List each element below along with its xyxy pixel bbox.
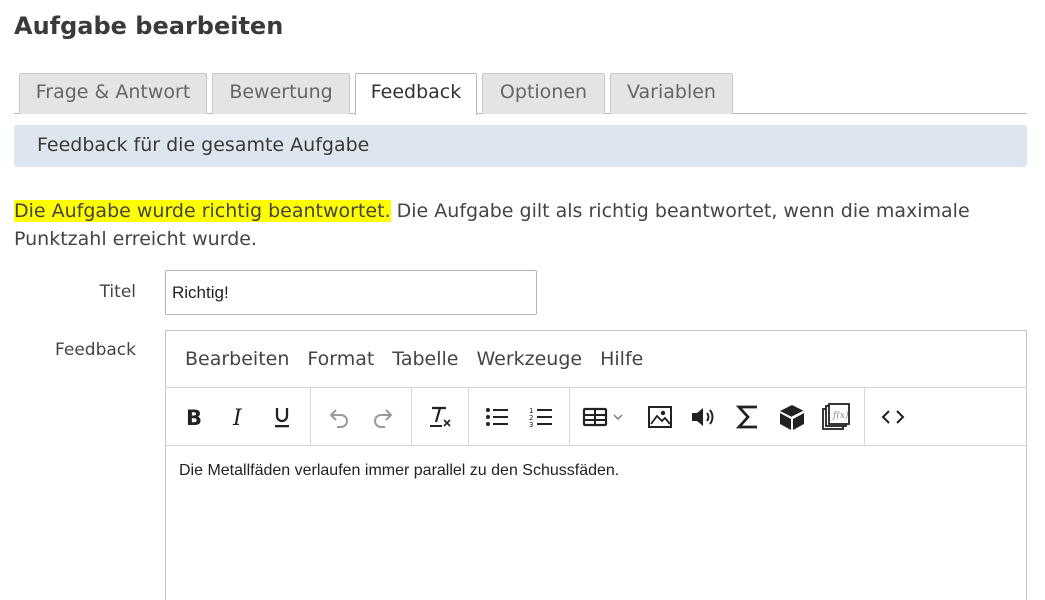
undo-button[interactable] — [319, 397, 359, 437]
underline-button[interactable] — [262, 397, 302, 437]
image-icon — [648, 405, 672, 428]
menu-help[interactable]: Hilfe — [591, 344, 652, 374]
media-gallery-icon: f(x) — [822, 402, 850, 430]
title-label: Titel — [99, 282, 136, 302]
editor-content-area[interactable]: Die Metallfäden verlaufen immer parallel… — [166, 446, 1026, 496]
numbered-list-icon: 123 — [529, 407, 552, 429]
section-header: Feedback für die gesamte Aufgabe — [14, 125, 1027, 167]
image-button[interactable] — [640, 397, 680, 437]
3d-object-icon — [780, 404, 805, 430]
edit-task-page: Aufgabe bearbeiten Frage & Antwort Bewer… — [0, 0, 1045, 600]
feedback-label: Feedback — [55, 340, 136, 360]
toolbar-group-history — [311, 387, 412, 446]
feedback-info-text: Die Aufgabe wurde richtig beantwortet. D… — [14, 197, 1014, 253]
menu-table[interactable]: Tabelle — [383, 344, 467, 374]
menu-format[interactable]: Format — [298, 344, 383, 374]
toolbar-group-lists: 123 — [469, 387, 570, 446]
underline-icon — [275, 407, 289, 427]
correct-answer-highlight: Die Aufgabe wurde richtig beantwortet. — [14, 200, 391, 222]
tab-question-answer[interactable]: Frage & Antwort — [19, 73, 207, 114]
toolbar-group-insert: f(x) — [570, 387, 865, 446]
bold-icon: B — [186, 406, 202, 428]
clear-formatting-icon — [430, 406, 451, 427]
3d-object-button[interactable] — [772, 397, 812, 437]
tab-feedback[interactable]: Feedback — [355, 73, 477, 115]
toolbar-group-text-style: B I — [166, 387, 311, 446]
italic-icon: I — [232, 406, 243, 428]
audio-icon — [692, 407, 714, 426]
toolbar-group-clear — [412, 387, 469, 446]
italic-button[interactable]: I — [218, 397, 258, 437]
redo-button[interactable] — [363, 397, 403, 437]
tab-evaluation[interactable]: Bewertung — [212, 73, 350, 114]
numbered-list-button[interactable]: 123 — [521, 397, 561, 437]
tab-bar: Frage & Antwort Bewertung Feedback Optio… — [14, 72, 1027, 115]
svg-text:I: I — [232, 406, 243, 428]
svg-text:3: 3 — [529, 421, 533, 429]
tab-options[interactable]: Optionen — [482, 73, 605, 114]
bullet-list-icon — [486, 407, 508, 426]
toolbar-group-code — [865, 388, 921, 446]
menu-tools[interactable]: Werkzeuge — [467, 344, 591, 374]
formula-icon — [735, 405, 757, 428]
rich-text-editor: Bearbeiten Format Tabelle Werkzeuge Hilf… — [165, 330, 1027, 600]
table-icon — [582, 407, 623, 426]
redo-icon — [374, 408, 393, 428]
media-gallery-button[interactable]: f(x) — [816, 397, 856, 437]
menu-edit[interactable]: Bearbeiten — [176, 344, 298, 374]
source-code-button[interactable] — [873, 397, 913, 437]
bold-button[interactable]: B — [174, 397, 214, 437]
editor-toolbar: B I 1 2 3 f(x) — [166, 387, 1026, 446]
svg-text:f(x): f(x) — [832, 410, 849, 421]
tab-variables[interactable]: Variablen — [610, 73, 733, 114]
clear-formatting-button[interactable] — [420, 397, 460, 437]
svg-text:B: B — [186, 406, 202, 428]
table-button[interactable] — [578, 397, 636, 437]
audio-button[interactable] — [684, 397, 724, 437]
page-title: Aufgabe bearbeiten — [14, 12, 284, 40]
source-code-icon — [881, 409, 905, 424]
editor-menubar: Bearbeiten Format Tabelle Werkzeuge Hilf… — [166, 331, 1026, 388]
formula-button[interactable] — [728, 397, 768, 437]
title-input[interactable] — [165, 270, 537, 315]
undo-icon — [329, 408, 348, 428]
bullet-list-button[interactable] — [477, 397, 517, 437]
